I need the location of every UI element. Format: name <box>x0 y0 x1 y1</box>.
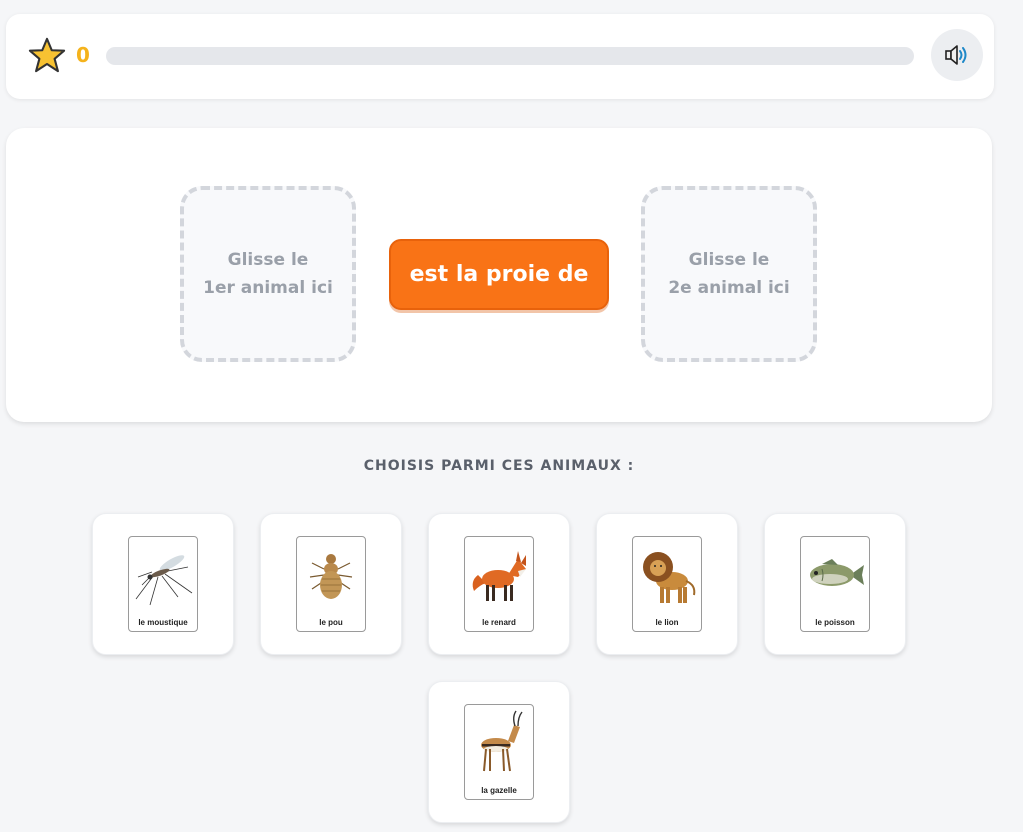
fox-icon <box>472 551 526 601</box>
score-counter: 0 <box>76 43 90 67</box>
drop-zone-second-animal[interactable]: Glisse le 2e animal ici <box>641 186 817 362</box>
animal-card-lion[interactable]: le lion <box>596 513 738 655</box>
fish-icon <box>810 559 864 586</box>
animal-name: le lion <box>655 618 679 627</box>
animal-name: le pou <box>319 618 343 627</box>
flashcard: le pou <box>296 536 366 632</box>
sentence-panel: Glisse le 1er animal ici est la proie de… <box>6 128 992 422</box>
drop-zone-second-label: Glisse le 2e animal ici <box>668 250 790 298</box>
top-bar: 0 <box>6 14 994 99</box>
animal-card-mosquito[interactable]: le moustique <box>92 513 234 655</box>
choices-heading: CHOISIS PARMI CES ANIMAUX : <box>363 458 635 474</box>
animal-card-fish[interactable]: le poisson <box>764 513 906 655</box>
animal-name: le poisson <box>815 618 855 627</box>
animal-card-fox[interactable]: le renard <box>428 513 570 655</box>
louse-icon <box>309 554 353 599</box>
animal-card-gazelle[interactable]: la gazelle <box>428 681 570 823</box>
flashcard: le poisson <box>800 536 870 632</box>
speaker-icon <box>945 45 967 65</box>
relation-label: est la proie de <box>389 239 609 310</box>
flashcard: le moustique <box>128 536 198 632</box>
animal-name: la gazelle <box>481 786 517 795</box>
progress-bar <box>106 47 914 65</box>
drop-zone-first-animal[interactable]: Glisse le 1er animal ici <box>180 186 356 362</box>
drop-zone-first-label: Glisse le 1er animal ici <box>203 250 333 298</box>
flashcard: le lion <box>632 536 702 632</box>
gazelle-icon <box>481 710 523 772</box>
star-icon <box>28 37 66 73</box>
lion-icon <box>643 552 696 603</box>
flashcard: le renard <box>464 536 534 632</box>
animal-name: le renard <box>482 618 516 627</box>
flashcard: la gazelle <box>464 704 534 800</box>
animal-card-louse[interactable]: le pou <box>260 513 402 655</box>
animal-name: le moustique <box>138 618 188 627</box>
sound-button[interactable] <box>931 29 983 81</box>
mosquito-icon <box>135 555 193 606</box>
